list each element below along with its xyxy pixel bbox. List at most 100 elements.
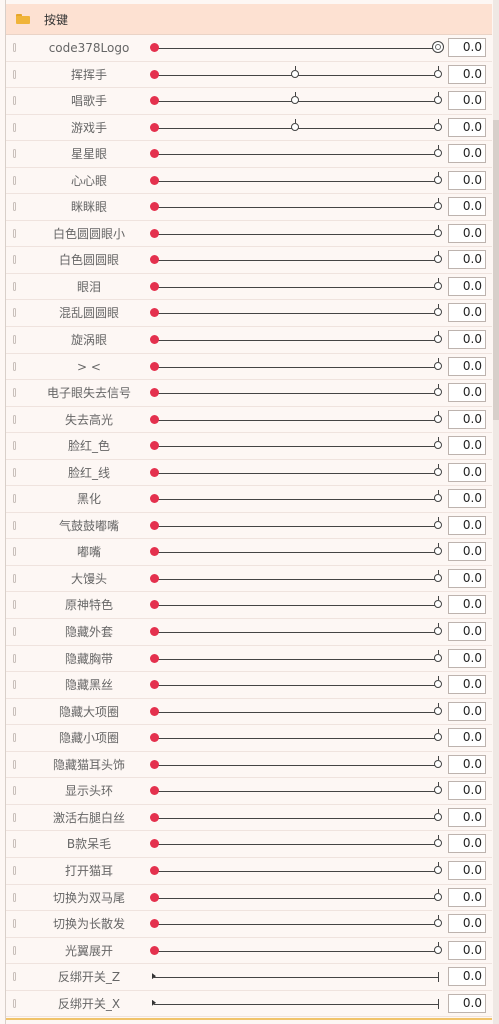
lock-toggle-icon[interactable] xyxy=(13,547,16,557)
slider-track[interactable] xyxy=(154,658,438,660)
slider-handle[interactable] xyxy=(150,520,159,530)
slider-handle[interactable] xyxy=(150,627,159,637)
slider-handle[interactable] xyxy=(150,255,159,265)
value-field[interactable]: 0.0 xyxy=(448,542,486,562)
slider-end-marker[interactable] xyxy=(434,251,442,264)
lock-toggle-icon[interactable] xyxy=(13,122,16,132)
slider-handle[interactable] xyxy=(150,573,159,583)
slider-handle[interactable] xyxy=(150,653,159,663)
slider-track[interactable] xyxy=(154,286,438,288)
slider-handle[interactable] xyxy=(150,228,159,238)
slider-track[interactable] xyxy=(154,632,438,634)
slider-handle[interactable] xyxy=(150,600,159,610)
slider-track[interactable] xyxy=(154,897,438,899)
slider-track[interactable] xyxy=(154,48,438,49)
slider-handle[interactable] xyxy=(150,786,159,796)
slider-end-marker[interactable] xyxy=(434,171,442,184)
slider-track[interactable] xyxy=(154,499,438,501)
lock-toggle-icon[interactable] xyxy=(13,388,16,398)
slider-end-marker[interactable] xyxy=(434,463,442,476)
slider-end-marker[interactable] xyxy=(434,516,442,529)
slider-end-marker[interactable] xyxy=(434,92,442,105)
slider-handle[interactable] xyxy=(150,122,159,132)
value-field[interactable]: 0.0 xyxy=(448,595,486,615)
slider-track[interactable] xyxy=(154,1003,438,1005)
slider-track[interactable] xyxy=(154,472,438,474)
value-field[interactable]: 0.0 xyxy=(448,330,486,350)
slider-track[interactable] xyxy=(154,393,438,395)
slider-end-marker[interactable] xyxy=(434,915,442,928)
slider-end-marker[interactable] xyxy=(434,437,442,450)
slider-track[interactable] xyxy=(154,711,438,713)
slider-handle[interactable] xyxy=(150,892,159,902)
lock-toggle-icon[interactable] xyxy=(13,600,16,610)
lock-toggle-icon[interactable] xyxy=(13,149,16,159)
lock-toggle-icon[interactable] xyxy=(13,96,16,106)
slider-handle[interactable] xyxy=(150,388,159,398)
lock-toggle-icon[interactable] xyxy=(13,998,16,1008)
lock-toggle-icon[interactable] xyxy=(13,441,16,451)
value-field[interactable]: 0.0 xyxy=(448,91,486,111)
slider-handle[interactable] xyxy=(150,812,159,822)
slider-track[interactable] xyxy=(154,977,438,979)
slider-handle[interactable] xyxy=(150,335,159,345)
value-field[interactable]: 0.0 xyxy=(448,462,486,482)
slider-track[interactable] xyxy=(154,578,438,580)
lock-toggle-icon[interactable] xyxy=(13,520,16,530)
value-field[interactable]: 0.0 xyxy=(448,568,486,588)
slider-handle[interactable] xyxy=(150,414,159,424)
value-field[interactable]: 0.0 xyxy=(448,648,486,668)
slider-track[interactable] xyxy=(154,764,438,766)
slider-handle[interactable] xyxy=(150,680,159,690)
value-field[interactable]: 0.0 xyxy=(448,250,486,270)
value-field[interactable]: 0.0 xyxy=(448,303,486,323)
slider-end-marker[interactable] xyxy=(434,65,442,78)
lock-toggle-icon[interactable] xyxy=(13,653,16,663)
value-field[interactable]: 0.0 xyxy=(448,170,486,190)
slider-handle[interactable] xyxy=(150,865,159,875)
lock-toggle-icon[interactable] xyxy=(13,919,16,929)
slider-track[interactable] xyxy=(154,525,438,527)
slider-end-marker[interactable] xyxy=(434,729,442,742)
slider-track[interactable] xyxy=(154,313,438,315)
slider-end-marker[interactable] xyxy=(434,596,442,609)
lock-toggle-icon[interactable] xyxy=(13,680,16,690)
slider-track[interactable] xyxy=(154,870,438,872)
value-field[interactable]: 0.0 xyxy=(448,38,486,57)
lock-toggle-icon[interactable] xyxy=(13,733,16,743)
lock-toggle-icon[interactable] xyxy=(13,786,16,796)
slider-track[interactable] xyxy=(154,685,438,687)
slider-end-marker[interactable] xyxy=(434,384,442,397)
value-field[interactable]: 0.0 xyxy=(448,383,486,403)
slider-handle[interactable] xyxy=(150,175,159,185)
slider-track[interactable] xyxy=(154,233,438,235)
lock-toggle-icon[interactable] xyxy=(13,972,16,982)
value-field[interactable]: 0.0 xyxy=(448,436,486,456)
slider-end-marker[interactable] xyxy=(434,357,442,370)
slider-track[interactable] xyxy=(154,366,438,368)
lock-toggle-icon[interactable] xyxy=(13,308,16,318)
value-field[interactable]: 0.0 xyxy=(448,967,486,987)
slider-end-marker[interactable] xyxy=(434,861,442,874)
lock-toggle-icon[interactable] xyxy=(13,467,16,477)
lock-toggle-icon[interactable] xyxy=(13,202,16,212)
slider-handle[interactable] xyxy=(150,706,159,716)
lock-toggle-icon[interactable] xyxy=(13,361,16,371)
lock-toggle-icon[interactable] xyxy=(13,494,16,504)
lock-toggle-icon[interactable] xyxy=(13,335,16,345)
slider-end-marker[interactable] xyxy=(434,331,442,344)
slider-track[interactable] xyxy=(154,817,438,819)
lock-toggle-icon[interactable] xyxy=(13,414,16,424)
lock-toggle-icon[interactable] xyxy=(13,69,16,79)
value-field[interactable]: 0.0 xyxy=(448,197,486,217)
slider-handle[interactable] xyxy=(150,547,159,557)
slider-end-marker[interactable] xyxy=(434,118,442,131)
vertical-scrollbar[interactable] xyxy=(493,0,499,1024)
value-field[interactable]: 0.0 xyxy=(448,940,486,960)
slider-handle[interactable] xyxy=(150,69,159,79)
slider-track[interactable] xyxy=(154,605,438,607)
slider-end-marker[interactable] xyxy=(434,941,442,954)
value-field[interactable]: 0.0 xyxy=(448,914,486,934)
value-field[interactable]: 0.0 xyxy=(448,409,486,429)
slider-track[interactable] xyxy=(154,791,438,793)
